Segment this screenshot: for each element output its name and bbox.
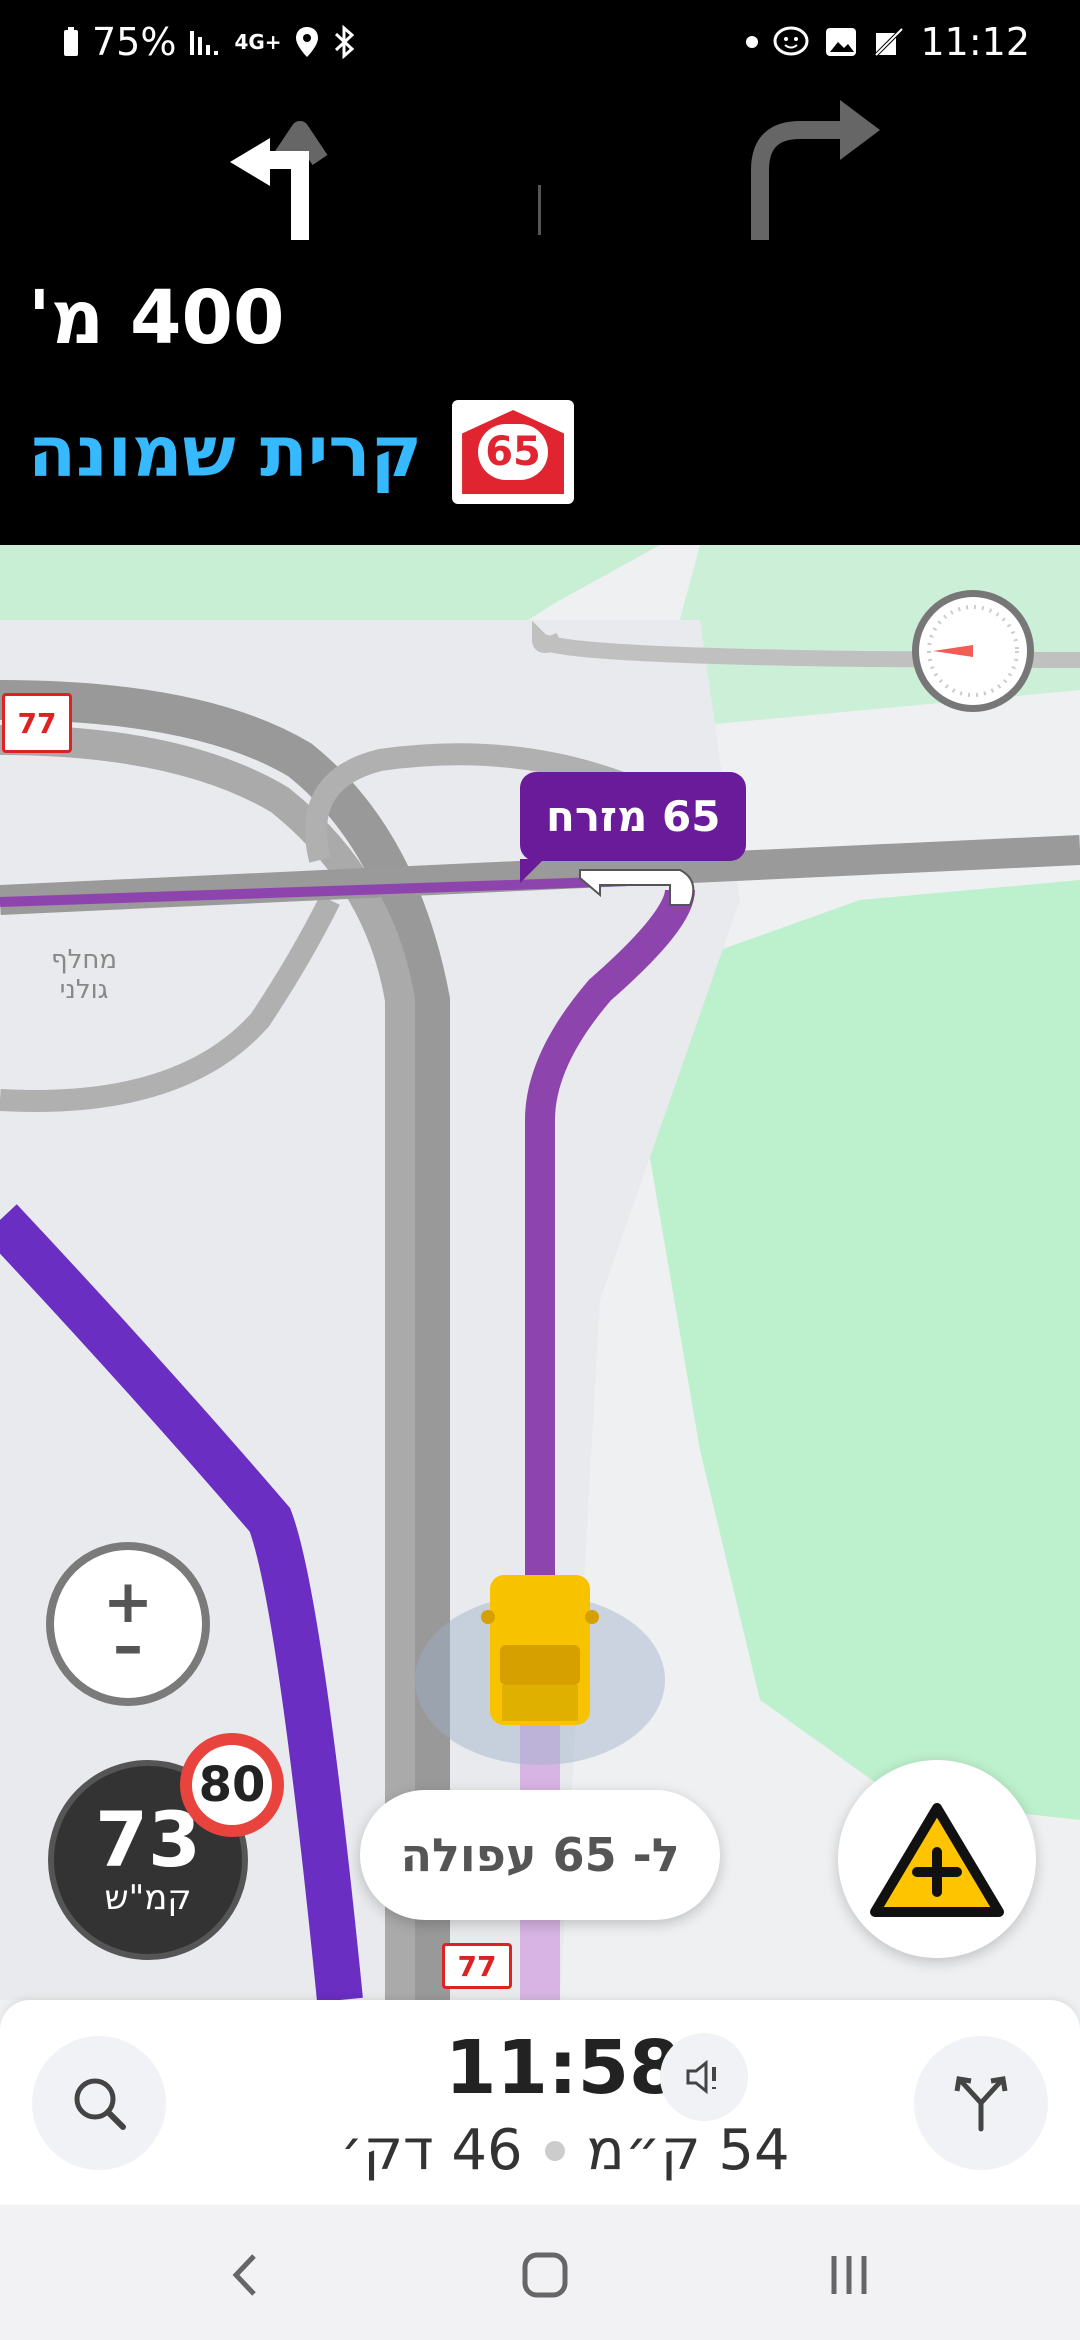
instruction-panel[interactable]: 400 מ' קרית שמונה 65 [0,90,1080,545]
routes-button[interactable] [914,2036,1048,2170]
compass-icon [927,605,1019,697]
speed-limit-sign: 80 [180,1733,284,1837]
zoom-button[interactable]: + – [46,1542,210,1706]
street-name: קרית שמונה [28,411,423,493]
eta-time[interactable]: 11:58 [445,2025,681,2111]
vehicle-icon [481,1575,599,1725]
route-number: 65 [478,424,549,480]
status-left: 75% 4G+ [62,20,356,64]
status-bar: 75% 4G+ 11:12 [0,0,1080,90]
trip-distance: 54 ק״מ [586,2118,790,2183]
trip-info[interactable]: 54 ק״מ 46 דק׳ [340,2118,790,2183]
clock: 11:12 [920,20,1030,64]
battery-percent: 75% [92,20,177,64]
street-row: קרית שמונה 65 [28,400,575,504]
road-shield-77-bottom: 77 [442,1943,512,1989]
sound-button[interactable] [660,2033,748,2121]
separator-dot [544,2140,565,2161]
route-shield: 65 [452,400,575,504]
trip-duration: 46 דק׳ [340,2118,523,2183]
search-button[interactable] [32,2036,166,2170]
place-label: מחלף גולני [44,945,124,1005]
search-icon [74,2078,126,2130]
waze-icon [772,25,810,59]
network-type: 4G+ [234,30,282,54]
left-turn-lane-icon [230,121,328,240]
place-label-line2: גולני [59,975,109,1005]
signal-icon [188,27,222,57]
back-icon[interactable] [226,2250,266,2300]
home-icon[interactable] [520,2250,570,2300]
compass-button[interactable] [912,590,1034,712]
mute-icon [872,25,906,59]
speed-unit: קמ"ש [104,1878,192,1918]
gallery-icon [824,26,858,58]
report-warning-icon [870,1803,1004,1917]
exit-label-bubble: 65 מזרח [520,772,747,883]
place-label-line1: מחלף [50,945,118,975]
current-speed: 73 [95,1795,201,1884]
location-icon [294,25,320,59]
road-shield-77: 77 [2,693,72,753]
status-right: 11:12 [746,20,1030,64]
recents-icon[interactable] [824,2250,874,2300]
speaker-alert-icon [686,2059,716,2095]
dot-icon [746,36,759,48]
right-turn-lane-icon [751,100,880,240]
system-nav-bar [0,2205,1080,2340]
battery-icon [62,26,80,58]
bluetooth-icon [332,25,356,59]
report-button[interactable] [838,1760,1036,1958]
lane-divider [538,185,541,235]
routes-fork-icon [954,2076,1008,2132]
zoom-out-icon: – [113,1611,143,1681]
turn-distance: 400 מ' [28,275,285,361]
next-instruction-pill[interactable]: ל- 65 עפולה [360,1790,720,1920]
